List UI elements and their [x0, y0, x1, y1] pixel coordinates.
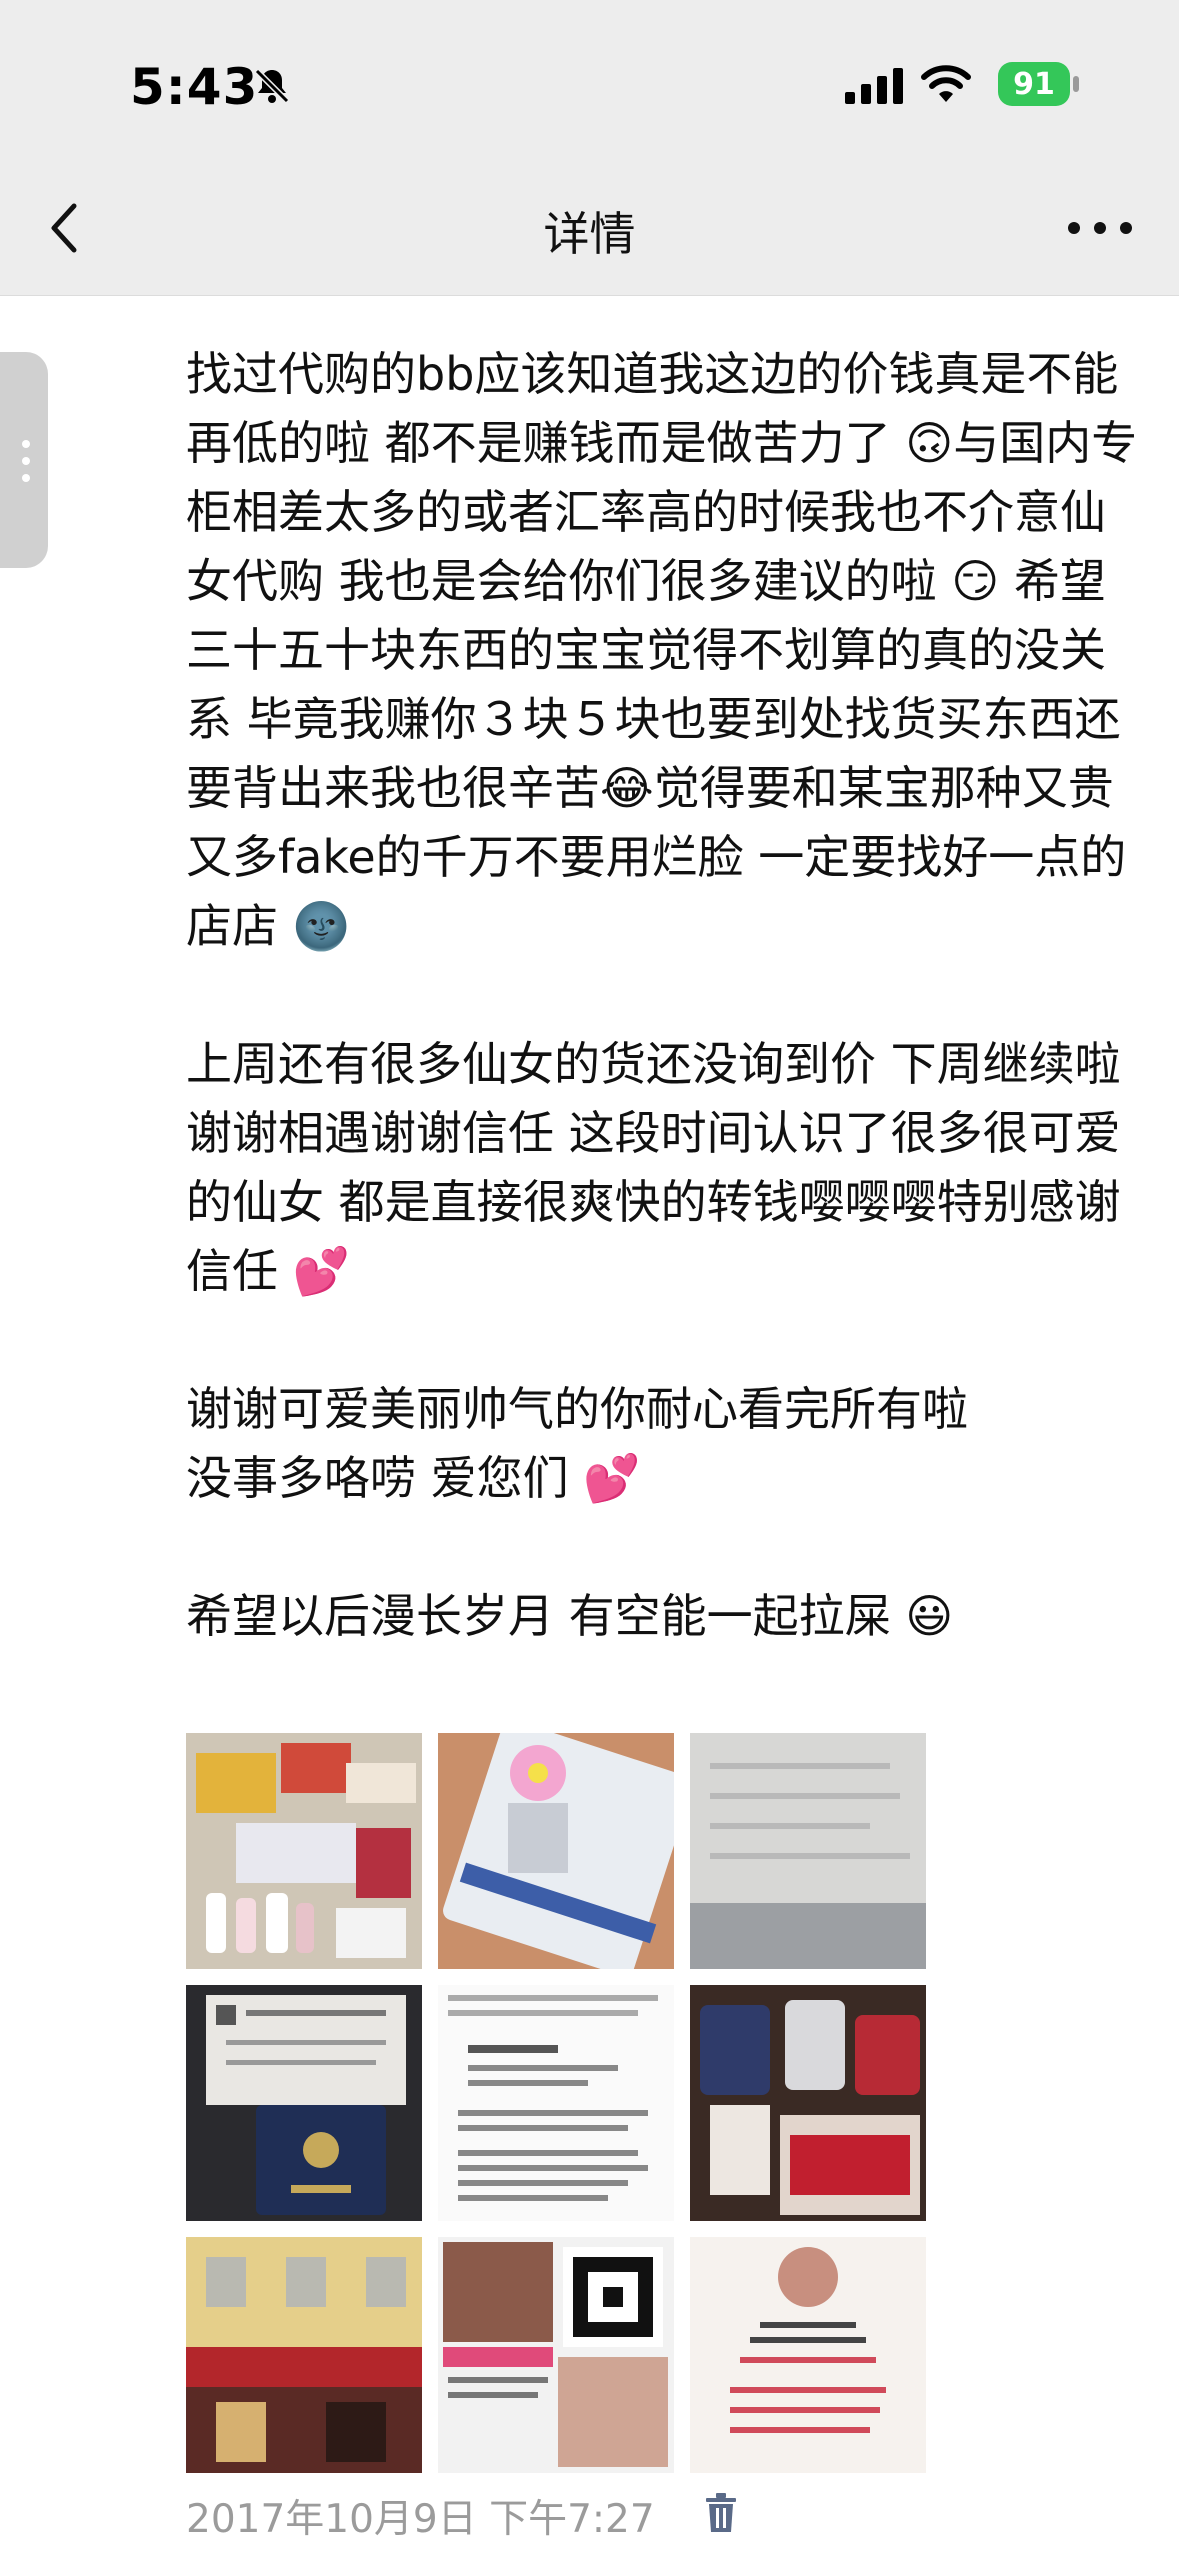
- top-bar: 5:43 91 详情: [0, 0, 1179, 296]
- photo-storefront[interactable]: [186, 2237, 422, 2473]
- bell-slash-icon: [254, 68, 290, 104]
- photo-card-with-sticker[interactable]: [438, 1733, 674, 1969]
- status-time: 5:43: [130, 58, 259, 116]
- cellular-signal-icon: [845, 68, 903, 104]
- wifi-icon: [921, 65, 971, 102]
- photo-cosmetics-pile[interactable]: [186, 1733, 422, 1969]
- photo-wechat-collage[interactable]: [438, 2237, 674, 2473]
- battery-icon: 91: [998, 62, 1070, 106]
- photo-profile-card[interactable]: [690, 2237, 926, 2473]
- post-timestamp: 2017年10月9日 下午7:27: [186, 2497, 655, 2542]
- page-title: 详情: [543, 207, 636, 261]
- more-horizontal-icon[interactable]: [1060, 214, 1140, 242]
- vertical-dots-icon: [22, 440, 30, 482]
- photo-product-jars[interactable]: [690, 1985, 926, 2221]
- photo-text-screenshot[interactable]: [438, 1985, 674, 2221]
- post-text: 找过代购的bb应该知道我这边的价钱真是不能再低的啦 都不是赚钱而是做苦力了 🙃与…: [186, 347, 1138, 1643]
- battery-level: 91: [1013, 66, 1055, 102]
- photo-passport-and-certificate[interactable]: [186, 1985, 422, 2221]
- trash-icon[interactable]: [704, 2492, 738, 2534]
- battery-tip: [1073, 76, 1079, 92]
- photo-blurred-document[interactable]: [690, 1733, 926, 1969]
